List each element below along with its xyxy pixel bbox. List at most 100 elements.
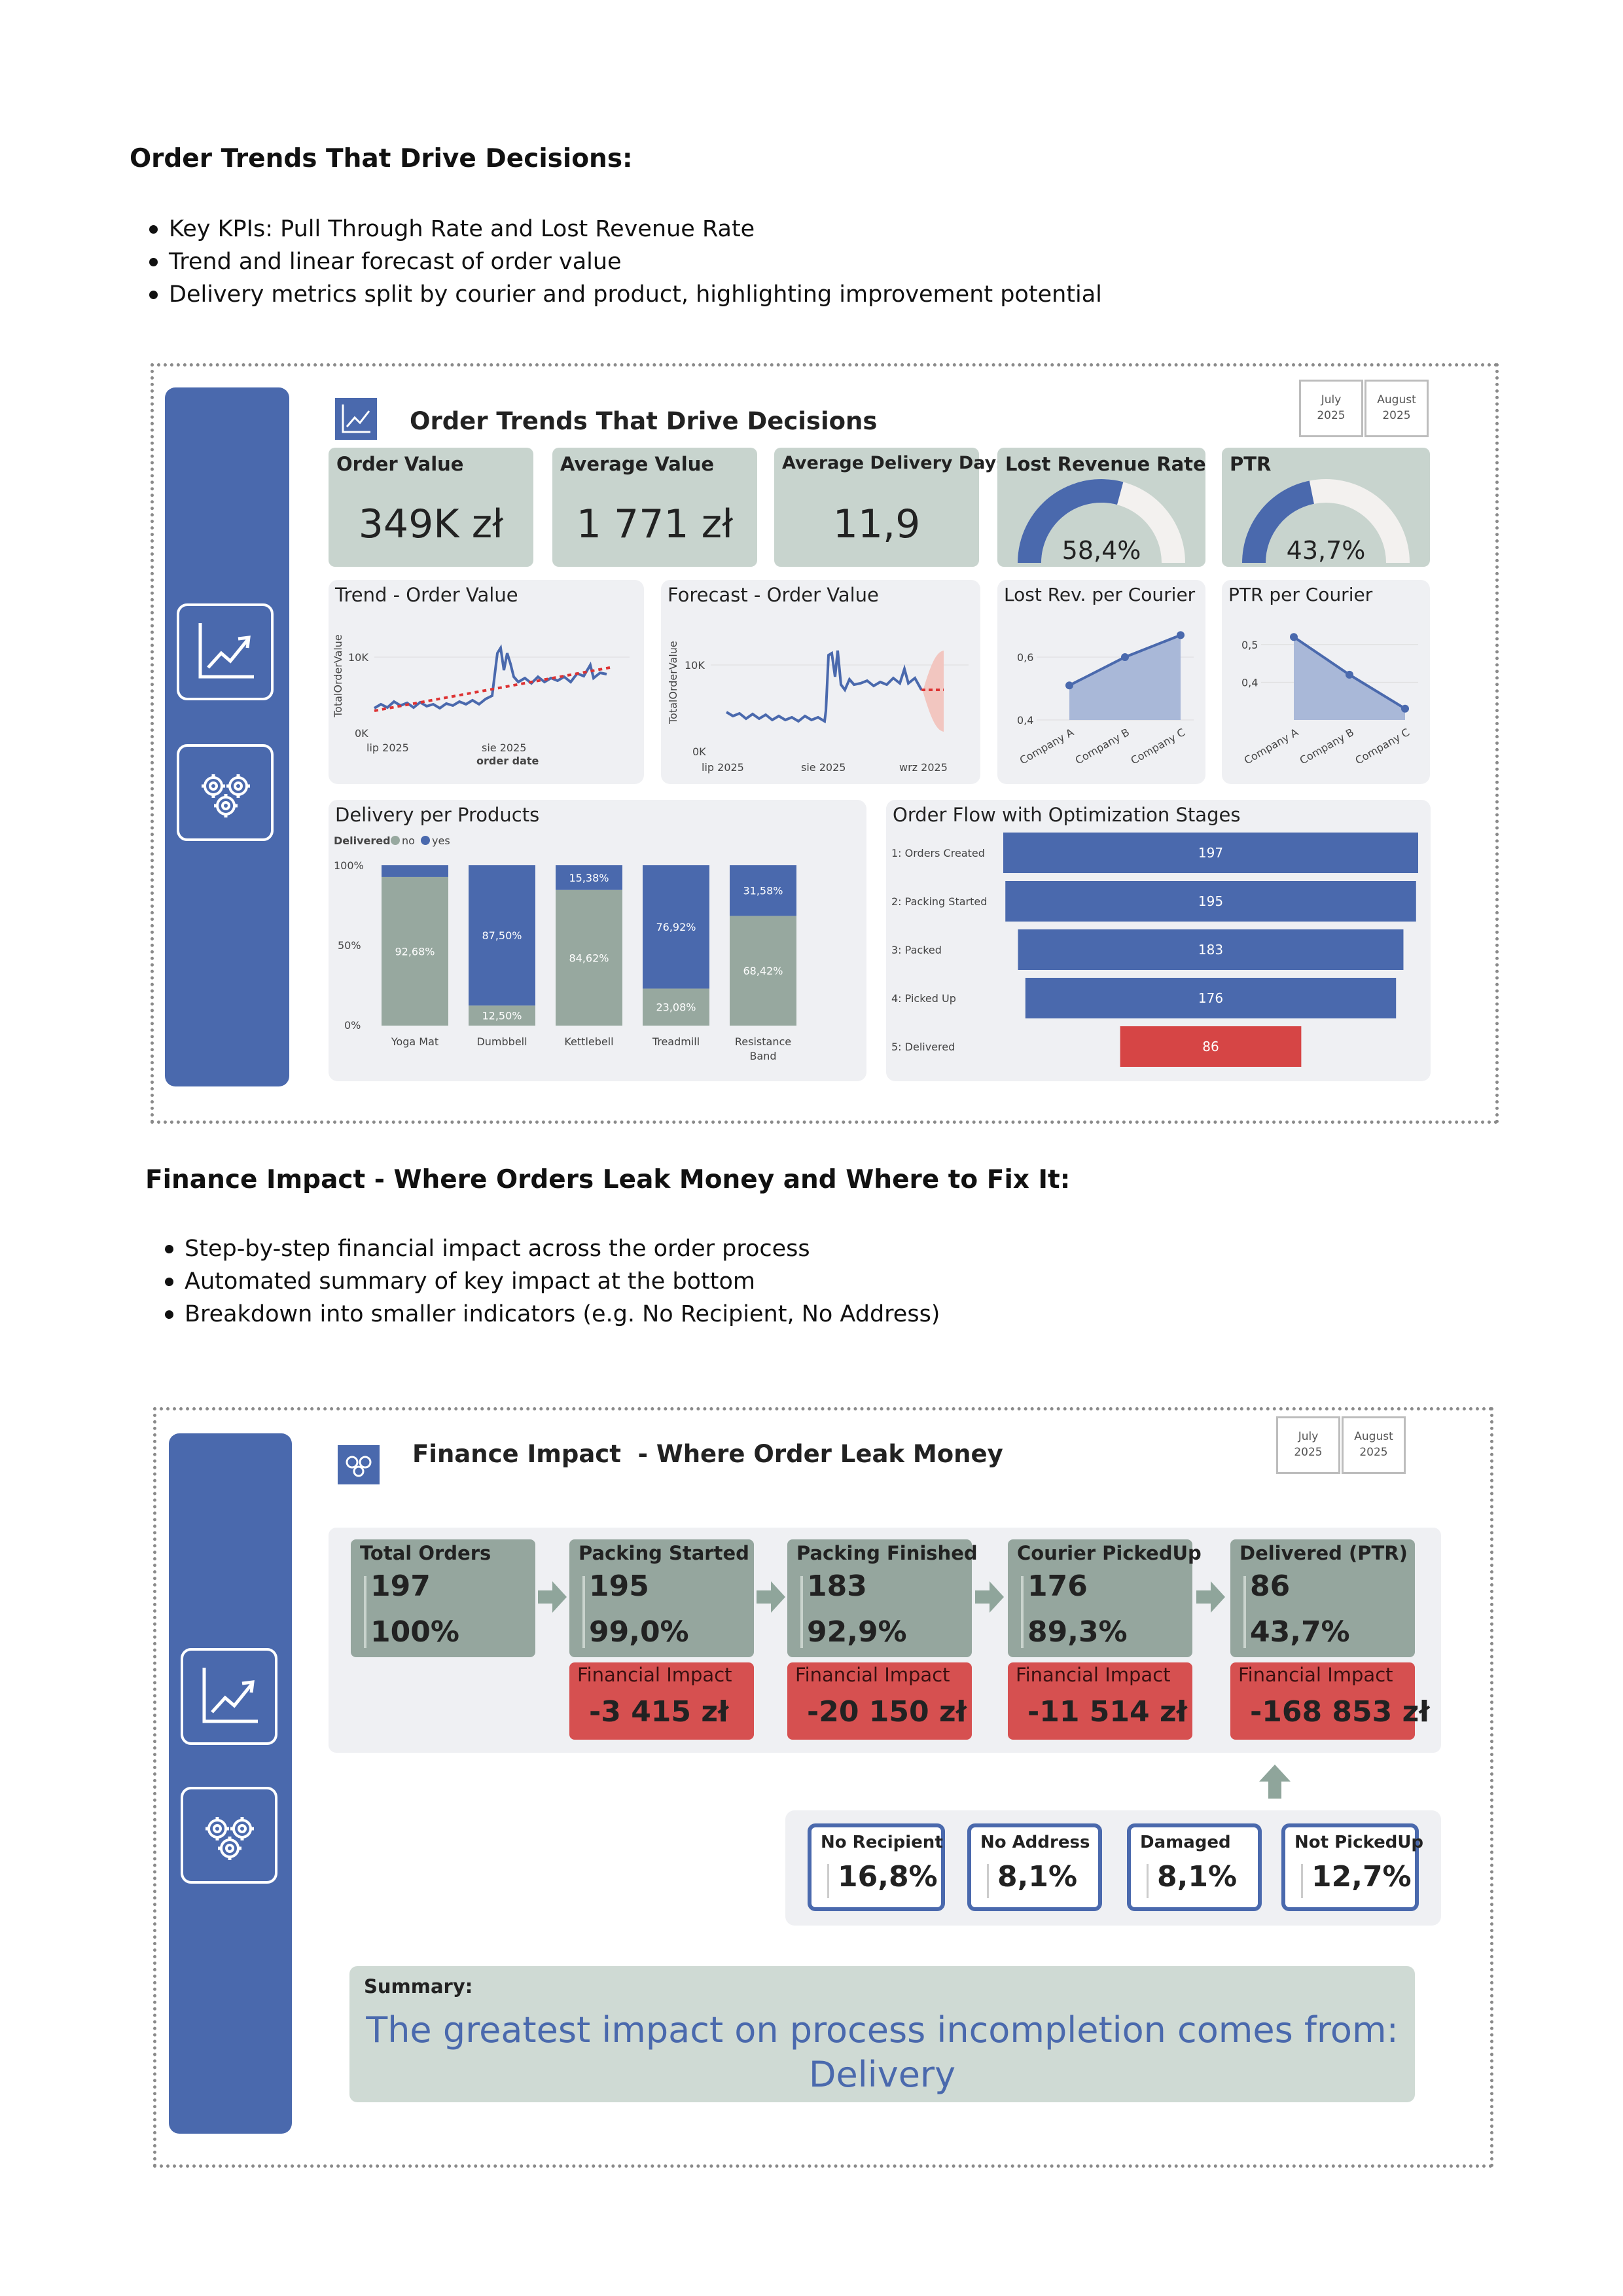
data-label: 86 xyxy=(1202,1039,1219,1054)
forecast-chart: TotalOrderValue 10K 0K lip 2025 sie 2025… xyxy=(667,641,969,774)
x-tick: sie 2025 xyxy=(801,761,846,774)
arrow-right-icon xyxy=(1196,1581,1225,1613)
list-item: Automated summary of key impact at the b… xyxy=(147,1265,940,1298)
line-chart-icon xyxy=(202,1668,258,1723)
gauge-label: Lost Revenue Rate xyxy=(1005,453,1206,475)
kpi-order-value: Order Value 349K zł xyxy=(329,448,533,567)
forecast-band xyxy=(923,651,944,732)
impact-label: Financial Impact xyxy=(795,1664,950,1686)
data-label: 31,58% xyxy=(743,885,783,897)
summary-box: Summary: The greatest impact on process … xyxy=(349,1966,1415,2102)
kpi-value: 349K zł xyxy=(358,501,504,547)
list-item: Trend and linear forecast of order value xyxy=(131,245,1102,278)
trend-nav-button[interactable] xyxy=(177,603,274,700)
indicator-value: 12,7% xyxy=(1311,1860,1412,1893)
axis-title: TotalOrderValue xyxy=(667,641,679,725)
data-point xyxy=(1346,670,1353,679)
data-label: 197 xyxy=(1198,845,1223,861)
month-line: 2025 xyxy=(1317,409,1346,422)
x-tick: Band xyxy=(749,1050,776,1062)
x-tick: Company C xyxy=(1353,726,1412,767)
dashboard1-sidebar xyxy=(165,387,289,1086)
y-tick: 0K xyxy=(355,727,368,740)
month-button-july[interactable]: July 2025 xyxy=(1276,1416,1340,1474)
data-label: 15,38% xyxy=(569,872,609,884)
section2-bullets: Step-by-step financial impact across the… xyxy=(147,1232,940,1331)
legend-label: yes xyxy=(432,834,450,847)
month-button-august[interactable]: August 2025 xyxy=(1342,1416,1406,1474)
dashboard2-sidebar xyxy=(169,1433,292,2134)
x-tick: Yoga Mat xyxy=(391,1035,438,1048)
y-tick: 10K xyxy=(685,659,705,672)
month-line: July xyxy=(1321,393,1342,406)
summary-label: Summary: xyxy=(364,1975,473,1998)
kpi-label: Average Value xyxy=(560,453,715,475)
stage-label: 2: Packing Started xyxy=(891,895,987,908)
data-point xyxy=(1065,681,1073,690)
indicator-no-address: No Address 8,1% xyxy=(967,1823,1102,1911)
y-tick: 0% xyxy=(344,1019,361,1031)
indicator-label: Not PickedUp xyxy=(1294,1833,1424,1852)
stage-label: 4: Picked Up xyxy=(891,992,956,1005)
forecast-panel: Forecast - Order Value TotalOrderValue 1… xyxy=(661,580,980,784)
indicator-accent xyxy=(1301,1864,1303,1898)
month-line: 2025 xyxy=(1294,1446,1323,1459)
indicator-value: 16,8% xyxy=(838,1860,938,1893)
kpi-value: 11,9 xyxy=(832,501,921,547)
dashboard2-logo xyxy=(338,1445,380,1484)
line-chart-icon xyxy=(198,623,254,679)
axis-title: order date xyxy=(476,755,539,767)
dashboard1-title: Order Trends That Drive Decisions xyxy=(410,407,878,435)
impact-packing-started: Financial Impact -3 415 zł xyxy=(569,1662,754,1740)
delivery-products-panel: Delivery per Products Delivered no yes 1… xyxy=(329,800,866,1081)
legend-swatch-no xyxy=(391,836,400,845)
gauge-label: PTR xyxy=(1230,453,1272,475)
impact-delivered: Financial Impact -168 853 zł xyxy=(1230,1662,1430,1740)
month-button-august[interactable]: August 2025 xyxy=(1364,380,1429,437)
indicator-accent xyxy=(1147,1864,1149,1898)
impact-label: Financial Impact xyxy=(577,1664,732,1686)
kpi-value: 1 771 zł xyxy=(576,501,734,547)
x-tick: Company A xyxy=(1242,726,1300,767)
list-item: Breakdown into smaller indicators (e.g. … xyxy=(147,1298,940,1331)
step-label: Packing Started xyxy=(579,1542,749,1564)
impact-value: -168 853 zł xyxy=(1250,1695,1430,1729)
step-label: Delivered (PTR) xyxy=(1240,1542,1408,1564)
gauge-chart: 43,7% xyxy=(1242,478,1410,565)
gears-icon xyxy=(346,1456,372,1477)
indicator-value: 8,1% xyxy=(1157,1860,1238,1893)
indicator-label: Damaged xyxy=(1140,1833,1231,1852)
kpi-average-value: Average Value 1 771 zł xyxy=(552,448,757,567)
dashboard2-title: Finance Impact - Where Order Leak Money xyxy=(412,1440,1003,1468)
month-button-july[interactable]: July 2025 xyxy=(1299,380,1363,437)
gauge-chart: 58,4% xyxy=(1018,478,1185,565)
finance-nav-button[interactable] xyxy=(181,1787,277,1884)
y-tick: 0,4 xyxy=(1017,714,1033,726)
arrow-right-icon xyxy=(975,1581,1004,1613)
forecast-line xyxy=(725,650,923,724)
trend-nav-button[interactable] xyxy=(181,1648,277,1745)
y-tick: 0,5 xyxy=(1241,639,1258,651)
impact-value: -11 514 zł xyxy=(1027,1695,1187,1729)
section1-heading: Order Trends That Drive Decisions: xyxy=(130,144,633,173)
dashboard1-logo xyxy=(335,398,377,440)
summary-line2: Delivery xyxy=(808,2054,956,2095)
legend-title: Delivered xyxy=(334,834,391,847)
x-tick: sie 2025 xyxy=(482,742,526,754)
y-tick: 50% xyxy=(338,939,361,952)
gauge-value: 43,7% xyxy=(1287,536,1366,565)
gears-icon xyxy=(202,774,250,817)
list-item: Delivery metrics split by courier and pr… xyxy=(131,278,1102,311)
y-tick: 100% xyxy=(334,859,364,872)
impact-packing-finished: Financial Impact -20 150 zł xyxy=(787,1662,972,1740)
kpi-label: Order Value xyxy=(336,453,464,475)
finance-nav-button[interactable] xyxy=(177,744,274,841)
data-label: 68,42% xyxy=(743,965,783,977)
list-item: Key KPIs: Pull Through Rate and Lost Rev… xyxy=(131,213,1102,245)
indicator-accent xyxy=(987,1864,989,1898)
y-tick: 0K xyxy=(692,745,706,758)
x-tick: Company B xyxy=(1298,726,1356,767)
indicator-label: No Recipient xyxy=(821,1833,943,1852)
section1-bullets: Key KPIs: Pull Through Rate and Lost Rev… xyxy=(131,213,1102,311)
data-label: 84,62% xyxy=(569,952,609,964)
